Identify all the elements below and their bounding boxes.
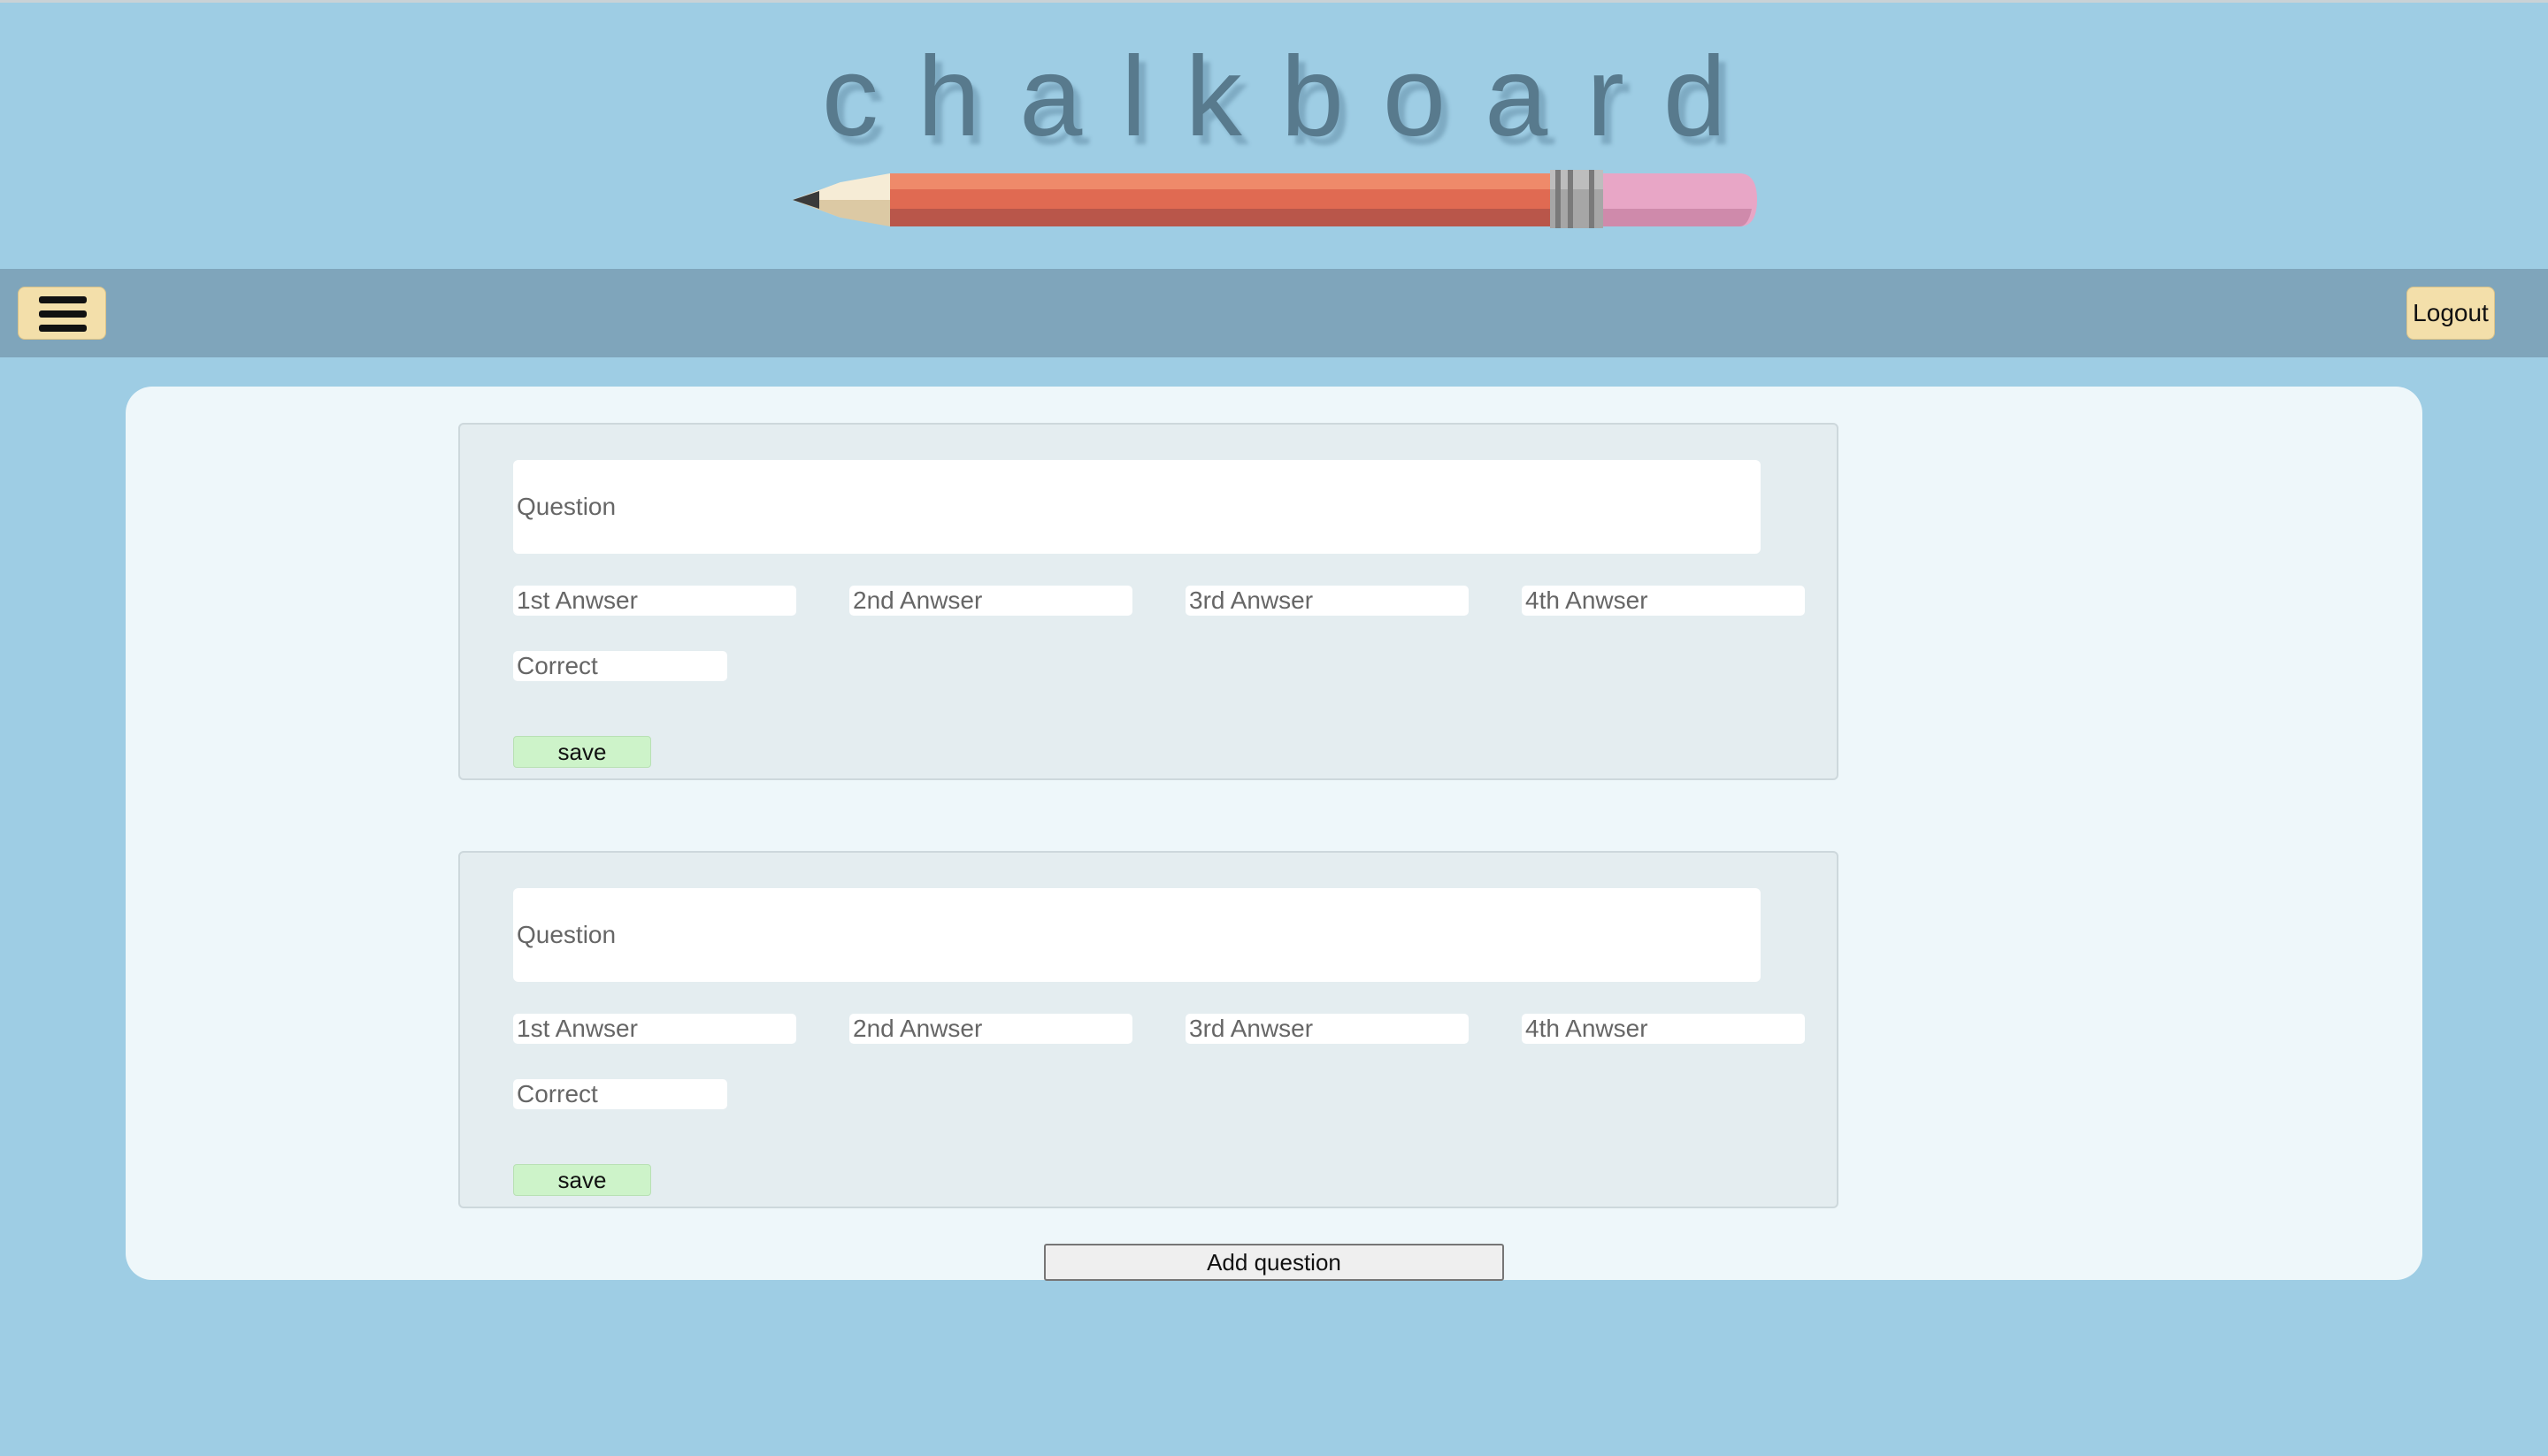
question-input[interactable] [513,888,1761,982]
answer-4-input[interactable] [1522,1014,1805,1044]
menu-bar-top [39,296,87,303]
menu-bar-bottom [39,325,87,332]
answer-3-input[interactable] [1186,586,1469,616]
question-card-2: save [458,851,1838,1208]
logout-button[interactable]: Logout [2406,287,2495,340]
answer-2-input[interactable] [849,1014,1132,1044]
answer-1-input[interactable] [513,586,796,616]
top-border [0,0,2548,3]
app-logo-title: chalkboard [821,34,1766,160]
correct-answer-input[interactable] [513,651,727,681]
hamburger-menu-button[interactable] [18,287,106,340]
save-button[interactable]: save [513,736,651,768]
answer-1-input[interactable] [513,1014,796,1044]
answer-4-input[interactable] [1522,586,1805,616]
save-button[interactable]: save [513,1164,651,1196]
question-card-1: save [458,423,1838,780]
correct-answer-input[interactable] [513,1079,727,1109]
pencil-logo-icon [793,170,1757,228]
answer-2-input[interactable] [849,586,1132,616]
add-question-button[interactable]: Add question [1044,1244,1504,1281]
answer-3-input[interactable] [1186,1014,1469,1044]
question-input[interactable] [513,460,1761,554]
top-navbar: Logout [0,269,2548,357]
menu-bar-middle [39,310,87,318]
